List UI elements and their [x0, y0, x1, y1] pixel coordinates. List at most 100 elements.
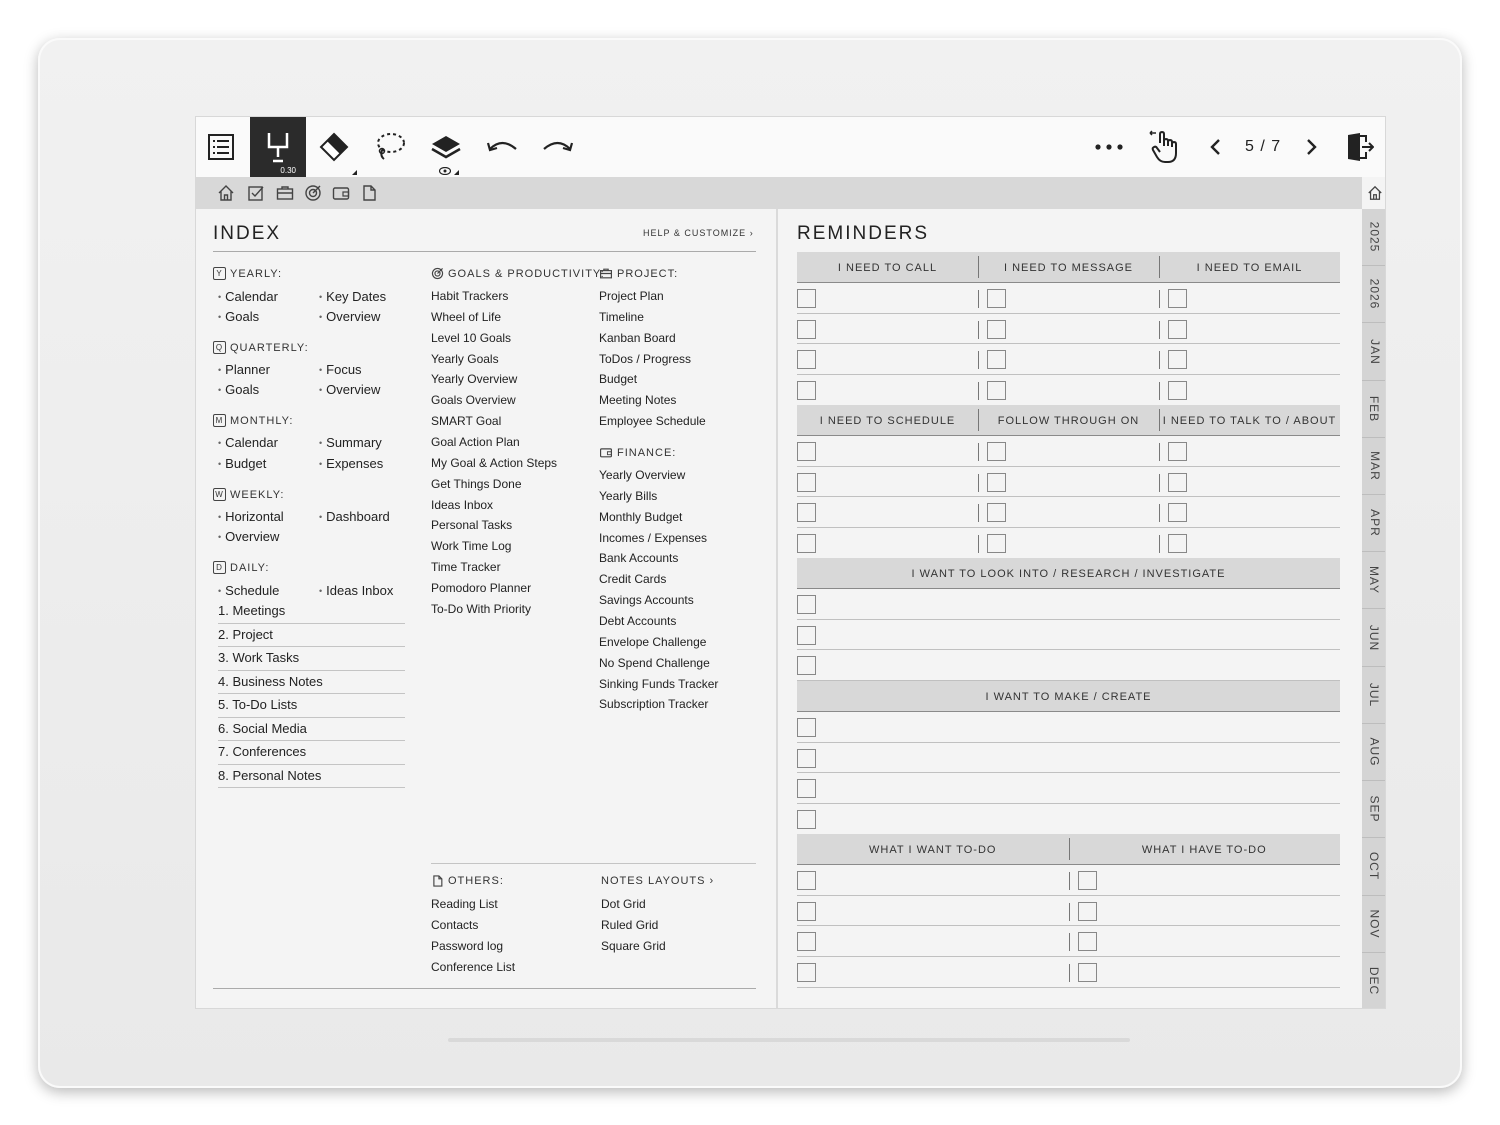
reminder-checkbox[interactable] — [1077, 871, 1097, 890]
goals-link[interactable]: Work Time Log — [431, 539, 511, 553]
goals-heading[interactable]: GOALS & PRODUCTIVITY: — [431, 267, 605, 280]
month-tab[interactable]: OCT — [1362, 838, 1385, 896]
others-heading[interactable]: OTHERS: — [431, 874, 504, 888]
yearly-heading[interactable]: Y YEARLY: — [213, 267, 282, 280]
month-tab[interactable]: MAR — [1362, 438, 1385, 496]
reminder-checkbox[interactable] — [797, 472, 816, 492]
notes-layout-link[interactable]: Ruled Grid — [601, 918, 658, 932]
reminder-checkbox[interactable] — [987, 319, 1006, 339]
reminder-checkbox[interactable] — [797, 319, 816, 339]
yearly-link[interactable]: Key Dates — [319, 289, 386, 304]
daily-link[interactable]: Ideas Inbox — [319, 583, 393, 598]
monthly-link[interactable]: Calendar — [218, 435, 278, 450]
goals-link[interactable]: Time Tracker — [431, 560, 501, 574]
finance-link[interactable]: Subscription Tracker — [599, 697, 708, 711]
reminder-row[interactable] — [797, 344, 1340, 376]
reminder-checkbox[interactable] — [797, 350, 816, 370]
month-tab[interactable]: FEB — [1362, 381, 1385, 438]
reminder-row[interactable] — [797, 865, 1340, 896]
others-link[interactable]: Conference List — [431, 960, 515, 974]
finance-link[interactable]: Savings Accounts — [599, 593, 694, 607]
month-tab[interactable]: AUG — [1362, 724, 1385, 782]
month-tab[interactable]: SEP — [1362, 781, 1385, 839]
help-customize-link[interactable]: HELP & CUSTOMIZE › — [643, 228, 754, 238]
project-link[interactable]: Project Plan — [599, 289, 664, 303]
goals-link[interactable]: To-Do With Priority — [431, 602, 531, 616]
project-link[interactable]: Timeline — [599, 310, 644, 324]
pen-button[interactable]: 0.30 — [250, 117, 306, 177]
project-heading[interactable]: PROJECT: — [599, 267, 678, 280]
project-link[interactable]: Kanban Board — [599, 331, 676, 345]
reminder-checkbox[interactable] — [1168, 350, 1187, 370]
quarterly-link[interactable]: Goals — [218, 382, 259, 397]
project-link[interactable]: Meeting Notes — [599, 393, 676, 407]
reminder-row[interactable] — [797, 957, 1340, 988]
reminder-checkbox[interactable] — [797, 810, 816, 830]
finance-icon[interactable] — [332, 184, 350, 202]
reminder-row[interactable] — [797, 650, 1340, 682]
reminder-checkbox[interactable] — [987, 289, 1006, 308]
project-link[interactable]: ToDos / Progress — [599, 352, 691, 366]
todo-icon[interactable] — [247, 184, 265, 202]
goals-link[interactable]: SMART Goal — [431, 414, 501, 428]
goals-link[interactable]: Wheel of Life — [431, 310, 501, 324]
weekly-link[interactable]: Dashboard — [319, 509, 390, 524]
monthly-heading[interactable]: M MONTHLY: — [213, 414, 293, 427]
daily-numbered-link[interactable]: 7. Conferences — [218, 741, 405, 765]
month-tab[interactable]: MAY — [1362, 552, 1385, 610]
finance-link[interactable]: Bank Accounts — [599, 551, 678, 565]
goals-link[interactable]: Goals Overview — [431, 393, 516, 407]
reminder-checkbox[interactable] — [797, 718, 816, 737]
finance-link[interactable]: Monthly Budget — [599, 510, 682, 524]
month-tab[interactable]: APR — [1362, 495, 1385, 553]
reminder-row[interactable] — [797, 712, 1340, 743]
reminder-checkbox[interactable] — [797, 932, 816, 952]
daily-link[interactable]: Schedule — [218, 583, 279, 598]
finance-link[interactable]: Sinking Funds Tracker — [599, 677, 718, 691]
month-tab[interactable]: 2026 — [1362, 266, 1385, 324]
reminder-row[interactable] — [797, 926, 1340, 958]
monthly-link[interactable]: Summary — [319, 435, 382, 450]
notes-icon[interactable] — [360, 184, 378, 202]
reminder-checkbox[interactable] — [1077, 932, 1097, 952]
daily-numbered-link[interactable]: 8. Personal Notes — [218, 765, 405, 788]
reminder-checkbox[interactable] — [987, 350, 1006, 370]
reminder-checkbox[interactable] — [987, 472, 1006, 492]
reminder-checkbox[interactable] — [1168, 319, 1187, 339]
goals-link[interactable]: Ideas Inbox — [431, 498, 493, 512]
reminder-checkbox[interactable] — [1077, 901, 1097, 921]
gesture-button[interactable] — [1140, 117, 1190, 177]
reminder-row[interactable] — [797, 589, 1340, 620]
toc-button[interactable] — [196, 117, 246, 177]
reminder-checkbox[interactable] — [797, 289, 816, 308]
eraser-button[interactable] — [309, 117, 359, 177]
project-link[interactable]: Employee Schedule — [599, 414, 706, 428]
reminder-checkbox[interactable] — [797, 625, 816, 645]
finance-link[interactable]: Yearly Overview — [599, 468, 685, 482]
monthly-link[interactable]: Expenses — [319, 456, 383, 471]
yearly-link[interactable]: Calendar — [218, 289, 278, 304]
goals-link[interactable]: Habit Trackers — [431, 289, 508, 303]
prev-page-button[interactable] — [1190, 117, 1240, 177]
reminder-checkbox[interactable] — [1168, 472, 1187, 492]
daily-numbered-link[interactable]: 4. Business Notes — [218, 671, 405, 694]
reminder-checkbox[interactable] — [797, 381, 816, 401]
finance-link[interactable]: Incomes / Expenses — [599, 531, 707, 545]
month-tab[interactable]: NOV — [1362, 896, 1385, 953]
reminder-row[interactable] — [797, 467, 1340, 498]
goals-link[interactable]: Level 10 Goals — [431, 331, 511, 345]
daily-numbered-link[interactable]: 3. Work Tasks — [218, 647, 405, 671]
undo-button[interactable] — [477, 117, 527, 177]
more-button[interactable] — [1084, 117, 1134, 177]
quarterly-link[interactable]: Overview — [319, 382, 380, 397]
reminder-checkbox[interactable] — [797, 963, 816, 983]
reminder-row[interactable] — [797, 436, 1340, 467]
reminder-checkbox[interactable] — [797, 503, 816, 523]
reminder-row[interactable] — [797, 314, 1340, 345]
next-page-button[interactable] — [1287, 117, 1337, 177]
quarterly-heading[interactable]: Q QUARTERLY: — [213, 341, 309, 354]
weekly-link[interactable]: Overview — [218, 529, 279, 544]
daily-heading[interactable]: D DAILY: — [213, 561, 269, 574]
reminder-checkbox[interactable] — [797, 656, 816, 676]
layers-button[interactable] — [421, 117, 471, 177]
